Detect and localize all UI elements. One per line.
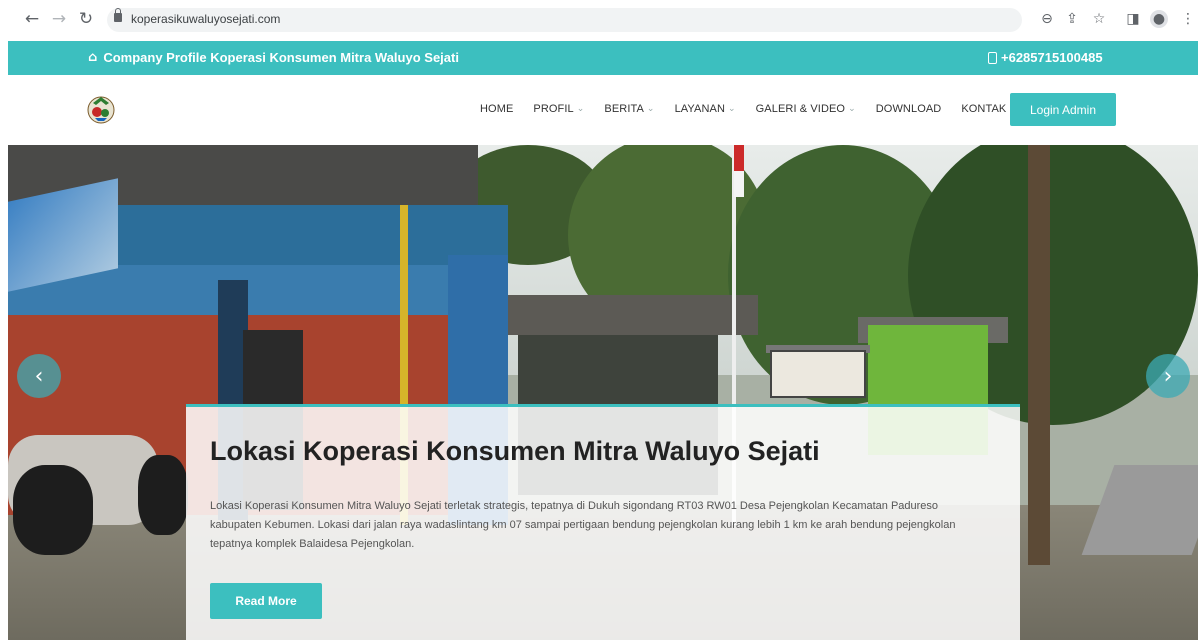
- nav-item-berita[interactable]: BERITA ⌄: [604, 103, 654, 115]
- nav-label[interactable]: HOME: [480, 103, 513, 115]
- canopy-roof: [508, 295, 758, 335]
- slider-next-button[interactable]: ›: [1146, 354, 1190, 398]
- nav-label[interactable]: DOWNLOAD: [876, 103, 942, 115]
- top-info-bar: ⌂ Company Profile Koperasi Konsumen Mitr…: [8, 41, 1198, 75]
- share-icon[interactable]: ⇪: [1063, 10, 1081, 28]
- menu-kebab-icon[interactable]: ⋮: [1179, 10, 1197, 28]
- flag: [734, 171, 744, 197]
- nav-label[interactable]: KONTAK: [961, 103, 1006, 115]
- road: [1081, 465, 1198, 555]
- nav-label[interactable]: BERITA: [604, 103, 644, 115]
- chevron-down-icon: ⌄: [848, 104, 856, 114]
- flag: [734, 145, 744, 171]
- nav-item-download[interactable]: DOWNLOAD: [876, 103, 942, 115]
- slider-prev-button[interactable]: ‹: [17, 354, 61, 398]
- back-arrow-icon[interactable]: ←: [22, 9, 42, 29]
- hero-caption: Lokasi Koperasi Konsumen Mitra Waluyo Se…: [186, 404, 1020, 640]
- motorcycle: [138, 455, 188, 535]
- company-title: Company Profile Koperasi Konsumen Mitra …: [103, 50, 459, 65]
- url-text[interactable]: koperasikuwaluyosejati.com: [131, 12, 280, 26]
- forward-arrow-icon[interactable]: →: [49, 9, 69, 29]
- chevron-down-icon: ⌄: [576, 104, 585, 114]
- browser-toolbar: ← → ↻ koperasikuwaluyosejati.com ⊖ ⇪ ☆ ◨…: [0, 0, 1198, 40]
- lock-icon[interactable]: [114, 8, 122, 22]
- tree-trunk: [1028, 145, 1050, 565]
- nav-label[interactable]: PROFIL: [533, 103, 573, 115]
- hero-text: Lokasi Koperasi Konsumen Mitra Waluyo Se…: [210, 500, 956, 550]
- nav-item-galeri-video[interactable]: GALERI & VIDEO ⌄: [756, 103, 856, 115]
- nav-item-home[interactable]: HOME: [480, 103, 513, 115]
- motorcycle: [13, 465, 93, 555]
- reload-icon[interactable]: ↻: [76, 9, 96, 29]
- office-signboard: [770, 350, 866, 398]
- chevron-down-icon: ⌄: [728, 104, 736, 114]
- nav-item-profil[interactable]: PROFIL ⌄: [533, 103, 584, 115]
- main-nav: HOME PROFIL ⌄ BERITA ⌄ LAYANAN ⌄ GALERI …: [480, 103, 1026, 115]
- phone-icon: [988, 51, 997, 64]
- phone-number[interactable]: +6285715100485: [1001, 50, 1103, 65]
- nav-item-layanan[interactable]: LAYANAN ⌄: [675, 103, 736, 115]
- nav-item-kontak[interactable]: KONTAK: [961, 103, 1006, 115]
- bookmark-star-icon[interactable]: ☆: [1090, 10, 1108, 28]
- site-header: HOME PROFIL ⌄ BERITA ⌄ LAYANAN ⌄ GALERI …: [8, 75, 1198, 145]
- profile-avatar-icon[interactable]: ●: [1150, 10, 1168, 28]
- chevron-down-icon: ⌄: [646, 104, 655, 114]
- home-icon: ⌂: [88, 50, 98, 65]
- login-admin-button[interactable]: Login Admin: [1010, 93, 1116, 126]
- side-panel-icon[interactable]: ◨: [1124, 10, 1142, 28]
- topbar-title: ⌂ Company Profile Koperasi Konsumen Mitr…: [88, 50, 459, 65]
- read-more-button[interactable]: Read More: [210, 583, 322, 619]
- hero-title: Lokasi Koperasi Konsumen Mitra Waluyo Se…: [210, 436, 820, 466]
- nav-label[interactable]: LAYANAN: [675, 103, 725, 115]
- site-logo[interactable]: [86, 93, 116, 125]
- topbar-phone[interactable]: +6285715100485: [988, 50, 1103, 65]
- zoom-icon[interactable]: ⊖: [1038, 10, 1056, 28]
- hero-slider: ‹ › Lokasi Koperasi Konsumen Mitra Waluy…: [8, 145, 1198, 640]
- nav-label[interactable]: GALERI & VIDEO: [756, 103, 845, 115]
